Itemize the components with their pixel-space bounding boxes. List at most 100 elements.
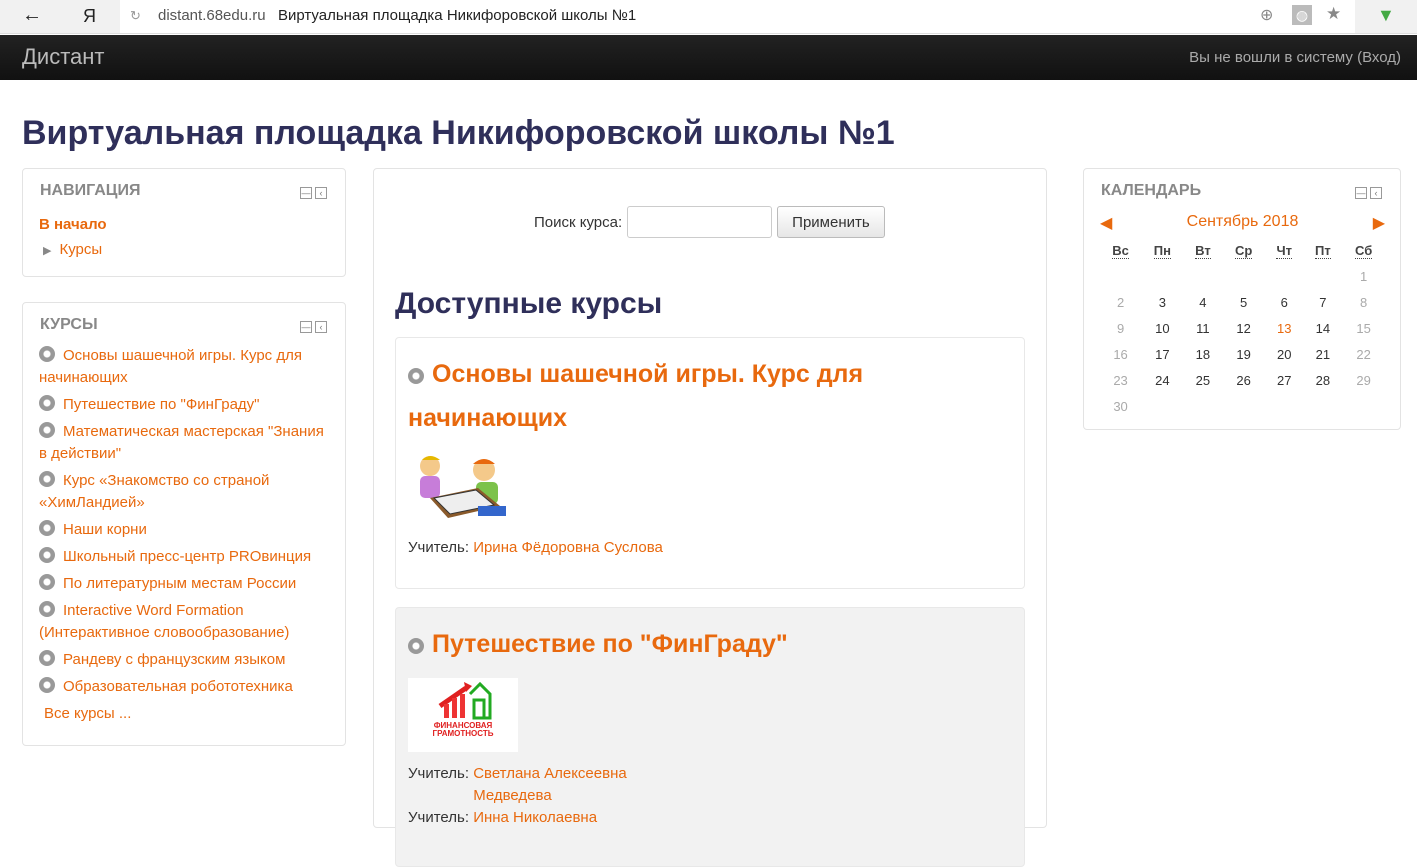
- expand-arrow-icon: ▶: [43, 245, 52, 257]
- calendar-block: КАЛЕНДАРЬ — ‹ ◀ Сентябрь 2018 ▶ Вс Пн Вт Ср Чт П…: [1083, 168, 1401, 430]
- reload-icon[interactable]: ↻: [130, 8, 141, 24]
- course-link[interactable]: Школьный пресс-центр PROвинция: [63, 548, 311, 565]
- course-link[interactable]: Interactive Word Formation (Интерактивно…: [39, 602, 289, 641]
- course-icon: [408, 368, 424, 384]
- course-icon: [39, 547, 55, 563]
- course-teacher: Учитель: Светлана Алексеевна Медведева: [408, 763, 1024, 807]
- course-link[interactable]: Основы шашечной игры. Курс для начинающи…: [39, 347, 302, 386]
- prev-month-icon[interactable]: ◀: [1100, 213, 1112, 233]
- url-text: distant.68edu.ru: [158, 7, 266, 24]
- course-link[interactable]: Рандеву с французским языком: [63, 651, 285, 668]
- course-icon: [39, 471, 55, 487]
- calendar-day: 4: [1199, 294, 1207, 310]
- calendar-day: 17: [1155, 346, 1170, 362]
- teacher-link[interactable]: Инна Николаевна: [473, 809, 597, 826]
- calendar-day: 15: [1356, 320, 1371, 336]
- course-link[interactable]: Курс «Знакомство со страной «ХимЛандией»: [39, 472, 269, 511]
- zoom-icon[interactable]: ⊕: [1260, 5, 1273, 25]
- calendar-week: 9 10 11 12 13 14 15: [1100, 315, 1385, 341]
- calendar-day: 29: [1356, 372, 1371, 388]
- course-link[interactable]: Образовательная робототехника: [63, 678, 293, 695]
- collapse-icon[interactable]: —: [300, 321, 312, 333]
- nav-courses-item[interactable]: ▶ Курсы: [43, 241, 102, 258]
- teacher-link[interactable]: Светлана Алексеевна Медведева: [473, 763, 703, 807]
- course-list-item[interactable]: Основы шашечной игры. Курс для начинающи…: [39, 345, 329, 389]
- calendar-day: 21: [1315, 346, 1331, 362]
- calendar-day: 5: [1240, 294, 1248, 310]
- calendar-day: 28: [1315, 372, 1331, 388]
- dock-icon[interactable]: ‹: [315, 187, 327, 199]
- nav-home-link[interactable]: В начало: [39, 216, 107, 233]
- collapse-icon[interactable]: —: [300, 187, 312, 199]
- page-title: Виртуальная площадка Никифоровской школы…: [22, 114, 895, 152]
- all-courses-item: Все курсы ...: [39, 703, 329, 725]
- calendar-empty: [1265, 393, 1303, 419]
- course-icon: [39, 422, 55, 438]
- brand-link[interactable]: Дистант: [22, 44, 104, 70]
- course-list-item[interactable]: Путешествие по "ФинГраду": [39, 394, 329, 416]
- course-link[interactable]: Математическая мастерская "Знания в дейс…: [39, 423, 324, 462]
- yandex-logo[interactable]: Я: [83, 6, 96, 27]
- course-card: Основы шашечной игры. Курс для начинающи…: [395, 337, 1025, 589]
- browser-toolbar: ← Я ↻ distant.68edu.ru Виртуальная площа…: [0, 0, 1417, 34]
- calendar-day: 16: [1113, 346, 1128, 362]
- course-link[interactable]: Наши корни: [63, 521, 147, 538]
- extension-icon[interactable]: ▼: [1377, 5, 1399, 27]
- all-courses-link[interactable]: Все курсы ...: [44, 705, 131, 722]
- next-month-icon[interactable]: ▶: [1373, 213, 1385, 233]
- course-list-item[interactable]: Математическая мастерская "Знания в дейс…: [39, 421, 329, 465]
- teacher-link[interactable]: Ирина Фёдоровна Суслова: [473, 537, 683, 559]
- weekday-header: Вт: [1195, 242, 1211, 259]
- site-navbar: Дистант Вы не вошли в систему (Вход): [0, 35, 1417, 80]
- course-list-item[interactable]: Курс «Знакомство со страной «ХимЛандией»: [39, 470, 329, 514]
- calendar-day: 13: [1277, 320, 1292, 336]
- main-content: Поиск курса: Применить Доступные курсы О…: [373, 168, 1047, 867]
- calendar-day: 11: [1196, 320, 1210, 336]
- course-icon: [39, 574, 55, 590]
- course-link[interactable]: Путешествие по "ФинГраду": [63, 396, 260, 413]
- calendar-day: 7: [1319, 294, 1327, 310]
- weekday-header: Чт: [1276, 242, 1292, 259]
- dock-icon[interactable]: ‹: [1370, 187, 1382, 199]
- back-button[interactable]: ←: [22, 4, 42, 27]
- calendar-day: 14: [1315, 320, 1331, 336]
- calendar-empty: [1141, 263, 1184, 289]
- weekday-header: Пн: [1153, 242, 1171, 259]
- course-list-item[interactable]: Рандеву с французским языком: [39, 649, 329, 671]
- course-list-item[interactable]: Школьный пресс-центр PROвинция: [39, 546, 329, 568]
- search-input[interactable]: [627, 206, 773, 238]
- courses-block: КУРСЫ — ‹ Основы шашечной игры. Курс для …: [22, 302, 346, 746]
- block-title: НАВИГАЦИЯ: [40, 182, 141, 199]
- course-title-link[interactable]: Путешествие по "ФинГраду": [432, 630, 788, 658]
- calendar-day: 1: [1360, 268, 1368, 284]
- financial-literacy-logo: ФИНАНСОВАЯ ГРАМОТНОСТЬ: [408, 678, 518, 752]
- apply-button[interactable]: Применить: [777, 206, 885, 238]
- course-icon: [39, 395, 55, 411]
- calendar-day: 18: [1195, 346, 1211, 362]
- month-link[interactable]: Сентябрь 2018: [1187, 213, 1299, 230]
- globe-icon[interactable]: ◍: [1292, 5, 1312, 25]
- course-list-item[interactable]: Образовательная робототехника: [39, 676, 329, 698]
- calendar-day: 9: [1116, 320, 1125, 336]
- weekday-header: Вс: [1112, 242, 1129, 259]
- course-list-item[interactable]: Interactive Word Formation (Интерактивно…: [39, 600, 329, 644]
- address-bar[interactable]: ↻ distant.68edu.ru Виртуальная площадка …: [120, 0, 1355, 33]
- calendar-day: 23: [1113, 372, 1128, 388]
- collapse-icon[interactable]: —: [1355, 187, 1367, 199]
- svg-text:ГРАМОТНОСТЬ: ГРАМОТНОСТЬ: [433, 729, 494, 738]
- calendar-week: 16 17 18 19 20 21 22: [1100, 341, 1385, 367]
- login-link[interactable]: Вы не вошли в систему (Вход): [1189, 49, 1401, 66]
- dock-icon[interactable]: ‹: [315, 321, 327, 333]
- calendar-day: 24: [1155, 372, 1170, 388]
- course-list-item[interactable]: Наши корни: [39, 519, 329, 541]
- calendar-empty: [1222, 393, 1265, 419]
- course-list-item[interactable]: По литературным местам России: [39, 573, 329, 595]
- calendar-day: 20: [1277, 346, 1292, 362]
- nav-courses-link[interactable]: Курсы: [59, 241, 102, 258]
- checkers-kids-image: [420, 456, 506, 518]
- bookmark-star-icon[interactable]: ★: [1326, 4, 1341, 24]
- course-title-link[interactable]: Основы шашечной игры. Курс для начинающи…: [408, 360, 863, 432]
- calendar-day: 25: [1195, 372, 1211, 388]
- calendar-empty: [1184, 263, 1223, 289]
- course-link[interactable]: По литературным местам России: [63, 575, 296, 592]
